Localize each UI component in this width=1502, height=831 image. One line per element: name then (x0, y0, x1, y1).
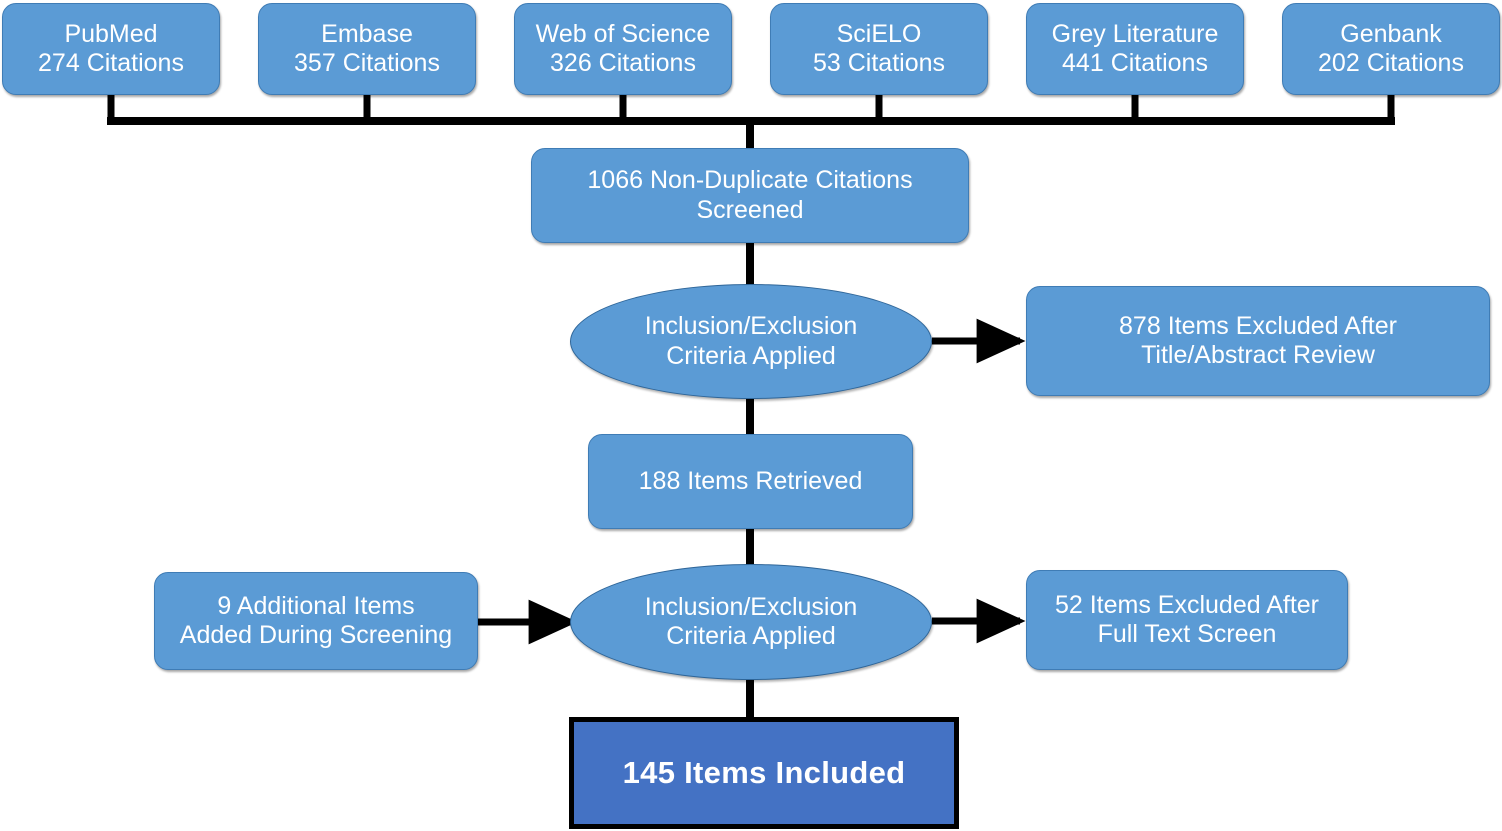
source-box-embase[interactable]: Embase 357 Citations (258, 3, 476, 95)
stage-label-excluded-title-abstract: 878 Items Excluded After Title/Abstract … (1119, 311, 1397, 370)
source-label-grey-literature: Grey Literature 441 Citations (1051, 19, 1219, 78)
source-box-genbank[interactable]: Genbank 202 Citations (1282, 3, 1500, 95)
stage-label-screened: 1066 Non-Duplicate Citations Screened (587, 166, 913, 224)
source-box-grey-literature[interactable]: Grey Literature 441 Citations (1026, 3, 1244, 95)
stage-label-items-included: 145 Items Included (622, 754, 906, 790)
stage-box-items-included[interactable]: 145 Items Included (569, 717, 959, 829)
stage-ellipse-criteria-applied-1[interactable]: Inclusion/Exclusion Criteria Applied (570, 284, 932, 399)
source-box-web-of-science[interactable]: Web of Science 326 Citations (514, 3, 732, 95)
stage-box-screened[interactable]: 1066 Non-Duplicate Citations Screened (531, 148, 969, 243)
source-label-genbank: Genbank 202 Citations (1318, 19, 1464, 78)
stage-ellipse-criteria-applied-2[interactable]: Inclusion/Exclusion Criteria Applied (570, 564, 932, 680)
source-box-scielo[interactable]: SciELO 53 Citations (770, 3, 988, 95)
stage-box-additional-items-added[interactable]: 9 Additional Items Added During Screenin… (154, 572, 478, 670)
source-label-pubmed: PubMed 274 Citations (38, 19, 184, 78)
connector-layer (107, 94, 1395, 719)
source-drop-lines (107, 94, 1395, 121)
stage-box-excluded-full-text[interactable]: 52 Items Excluded After Full Text Screen (1026, 570, 1348, 670)
stage-label-items-retrieved: 188 Items Retrieved (638, 466, 863, 495)
stage-label-additional-items-added: 9 Additional Items Added During Screenin… (179, 591, 453, 650)
source-label-scielo: SciELO 53 Citations (812, 19, 946, 78)
stage-label-criteria-applied-1: Inclusion/Exclusion Criteria Applied (644, 312, 858, 370)
source-box-pubmed[interactable]: PubMed 274 Citations (2, 3, 220, 95)
source-label-web-of-science: Web of Science 326 Citations (535, 19, 711, 78)
stage-box-items-retrieved[interactable]: 188 Items Retrieved (588, 434, 913, 529)
stage-label-criteria-applied-2: Inclusion/Exclusion Criteria Applied (644, 592, 858, 651)
stage-label-excluded-full-text: 52 Items Excluded After Full Text Screen (1054, 590, 1320, 649)
stage-box-excluded-title-abstract[interactable]: 878 Items Excluded After Title/Abstract … (1026, 286, 1490, 396)
source-label-embase: Embase 357 Citations (294, 19, 440, 78)
flow-diagram-canvas: PubMed 274 Citations Embase 357 Citation… (0, 0, 1502, 831)
